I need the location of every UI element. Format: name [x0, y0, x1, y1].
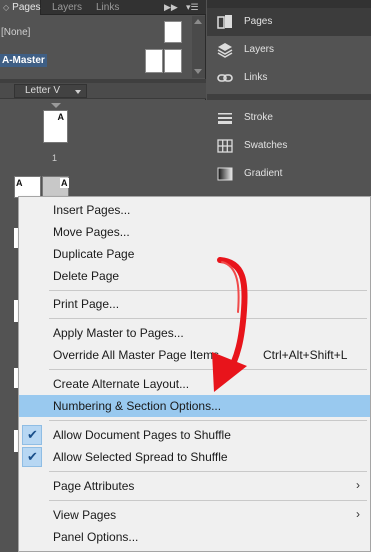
- panel-tabbar: ◇ Pages Layers Links ▶▶ ▾☰: [0, 0, 206, 15]
- menu-item-print-page[interactable]: Print Page...: [19, 293, 370, 315]
- menu-item-move-pages[interactable]: Move Pages...: [19, 221, 370, 243]
- checkmark-icon: ✔: [27, 427, 38, 442]
- pages-icon: [217, 15, 232, 29]
- dock-item-swatches[interactable]: Swatches: [207, 132, 371, 160]
- dock-item-pages[interactable]: Pages: [207, 8, 371, 36]
- menu-separator: [49, 290, 367, 291]
- menu-separator: [49, 420, 367, 421]
- dock-header: [207, 0, 371, 8]
- scroll-down-icon[interactable]: [194, 69, 202, 74]
- page-thumbnail[interactable]: A: [43, 110, 68, 143]
- submenu-arrow-icon: ›: [356, 478, 360, 492]
- menu-item-allow-document-shuffle[interactable]: ✔ Allow Document Pages to Shuffle: [19, 424, 370, 446]
- spread-left-page-thumbnail[interactable]: A: [14, 176, 41, 198]
- tab-layers[interactable]: Layers: [52, 0, 88, 15]
- menu-item-duplicate-page[interactable]: Duplicate Page: [19, 243, 370, 265]
- master-a-left-thumbnail[interactable]: [145, 49, 163, 73]
- menu-item-allow-spread-shuffle[interactable]: ✔ Allow Selected Spread to Shuffle: [19, 446, 370, 468]
- menu-item-insert-pages[interactable]: Insert Pages...: [19, 199, 370, 221]
- menu-item-create-alternate-layout[interactable]: Create Alternate Layout...: [19, 373, 370, 395]
- stroke-icon: [218, 113, 232, 124]
- page-number: 1: [52, 153, 58, 163]
- masters-section: [None] A-Master: [0, 16, 206, 78]
- menu-item-shortcut: Ctrl+Alt+Shift+L: [263, 348, 348, 362]
- master-none-row[interactable]: [None]: [0, 20, 193, 46]
- chevron-down-icon: [75, 90, 81, 94]
- swatches-icon: [217, 139, 233, 153]
- master-none-thumbnail[interactable]: [164, 21, 182, 43]
- panel-menu-icon[interactable]: ▾☰: [186, 0, 199, 15]
- menu-separator: [49, 471, 367, 472]
- dock-item-links[interactable]: Links: [207, 64, 371, 92]
- masters-scrollbar[interactable]: [192, 16, 205, 78]
- expand-panels-icon[interactable]: ▶▶: [164, 0, 178, 15]
- menu-separator: [49, 500, 367, 501]
- scroll-up-icon[interactable]: [194, 19, 202, 24]
- menu-separator: [49, 369, 367, 370]
- menu-item-delete-page[interactable]: Delete Page: [19, 265, 370, 287]
- submenu-arrow-icon: ›: [356, 507, 360, 521]
- page-marker-icon: [51, 103, 61, 108]
- menu-separator: [49, 318, 367, 319]
- dock-item-layers[interactable]: Layers: [207, 36, 371, 64]
- menu-item-page-attributes[interactable]: Page Attributes ›: [19, 475, 370, 497]
- tab-pages[interactable]: ◇ Pages: [0, 0, 41, 15]
- dock-item-stroke[interactable]: Stroke: [207, 104, 371, 132]
- checkmark-icon: ✔: [27, 449, 38, 464]
- menu-item-apply-master[interactable]: Apply Master to Pages...: [19, 322, 370, 344]
- menu-item-numbering-section-options[interactable]: Numbering & Section Options...: [19, 395, 370, 417]
- menu-item-view-pages[interactable]: View Pages ›: [19, 504, 370, 526]
- pages-panel-flyout-menu: Insert Pages... Move Pages... Duplicate …: [18, 196, 371, 552]
- tab-links[interactable]: Links: [96, 0, 128, 15]
- gradient-icon: [217, 167, 233, 181]
- master-a-row[interactable]: A-Master: [0, 48, 193, 74]
- dock-group-separator: [207, 94, 371, 100]
- collapse-chevron-icon[interactable]: ◇: [3, 3, 9, 12]
- menu-item-override-master-items[interactable]: Override All Master Page Items Ctrl+Alt+…: [19, 344, 370, 366]
- master-a-right-thumbnail[interactable]: [164, 49, 182, 73]
- links-icon: [217, 74, 233, 82]
- layers-icon: [217, 43, 233, 58]
- dock-item-gradient[interactable]: Gradient: [207, 160, 371, 188]
- page-size-select[interactable]: Letter V: [14, 84, 87, 98]
- spread-right-page-thumbnail[interactable]: A: [42, 176, 69, 198]
- page-size-bar: Letter V: [0, 83, 206, 99]
- menu-item-panel-options[interactable]: Panel Options...: [19, 526, 370, 548]
